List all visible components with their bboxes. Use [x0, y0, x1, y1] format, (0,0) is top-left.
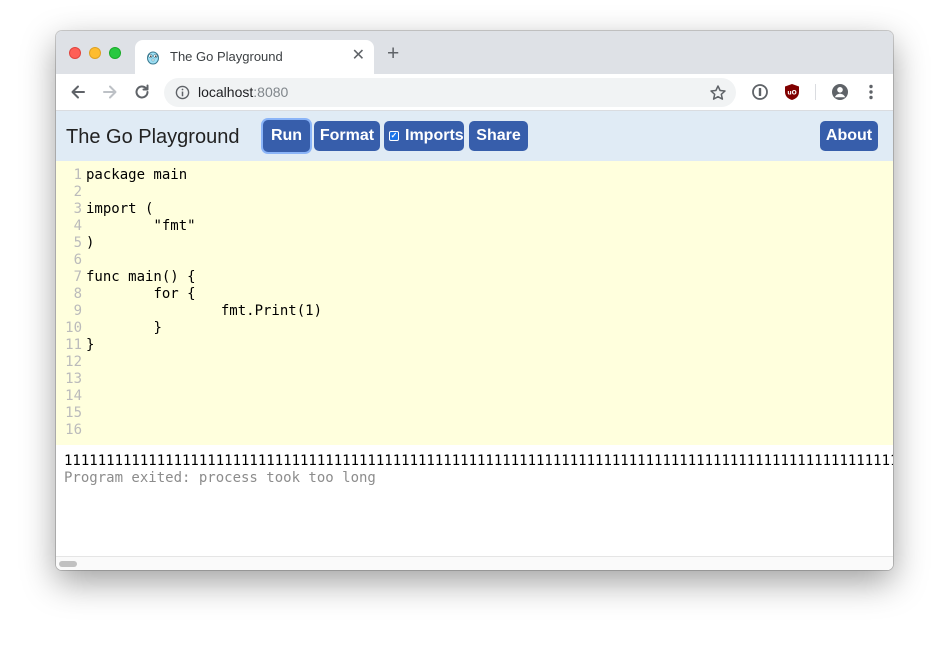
- ublock-icon[interactable]: uO: [782, 82, 802, 102]
- line-number: 15: [65, 405, 82, 421]
- program-output: 1111111111111111111111111111111111111111…: [64, 453, 893, 469]
- browser-toolbar: localhost:8080 uO: [56, 74, 893, 111]
- code-line[interactable]: "fmt": [86, 218, 322, 235]
- about-button[interactable]: About: [820, 121, 878, 151]
- svg-text:uO: uO: [787, 90, 796, 97]
- address-bar[interactable]: localhost:8080: [164, 78, 736, 107]
- line-number: 5: [73, 235, 82, 251]
- exit-status-message: Program exited: process took too long: [64, 470, 376, 486]
- format-button[interactable]: Format: [314, 121, 380, 151]
- code-line[interactable]: fmt.Print(1): [86, 303, 322, 320]
- bookmark-star-icon[interactable]: [709, 84, 727, 102]
- url-text: localhost:8080: [198, 84, 288, 100]
- minimize-window-button[interactable]: [89, 47, 101, 59]
- line-number: 1: [73, 167, 82, 183]
- line-number: 6: [73, 252, 82, 268]
- new-tab-button[interactable]: +: [387, 43, 399, 64]
- forward-arrow-icon[interactable]: [100, 82, 120, 102]
- code-line[interactable]: [86, 422, 322, 439]
- page-content: The Go Playground Run Format ✓ Imports S…: [56, 111, 893, 570]
- checkmark-icon: ✓: [390, 131, 398, 140]
- line-number: 3: [73, 201, 82, 217]
- line-number: 11: [65, 337, 82, 353]
- line-number: 12: [65, 354, 82, 370]
- code-editor[interactable]: 1 2 3 4 5 6 7 8 9 10 11 12 13 14 15 16 package main impo…: [56, 161, 893, 445]
- line-number: 8: [73, 286, 82, 302]
- code-line[interactable]: [86, 354, 322, 371]
- playground-banner: The Go Playground Run Format ✓ Imports S…: [56, 111, 893, 161]
- line-number: 2: [73, 184, 82, 200]
- code-line[interactable]: }: [86, 337, 322, 354]
- close-tab-icon[interactable]: ✕: [352, 47, 365, 65]
- reload-icon[interactable]: [132, 82, 152, 102]
- url-host: localhost: [198, 84, 254, 100]
- code-line[interactable]: ): [86, 235, 322, 252]
- code-line[interactable]: [86, 405, 322, 422]
- line-number-gutter: 1 2 3 4 5 6 7 8 9 10 11 12 13 14 15 16: [56, 167, 82, 439]
- info-icon[interactable]: [175, 85, 190, 100]
- code-line[interactable]: [86, 388, 322, 405]
- profile-avatar-icon[interactable]: [830, 82, 850, 102]
- url-port: :8080: [253, 84, 289, 100]
- kebab-menu-icon[interactable]: [861, 82, 881, 102]
- code-line[interactable]: }: [86, 320, 322, 337]
- tab-go-playground[interactable]: The Go Playground ✕: [135, 40, 374, 74]
- code-line[interactable]: import (: [86, 201, 322, 218]
- line-number: 16: [65, 422, 82, 438]
- code-line[interactable]: for {: [86, 286, 322, 303]
- line-number: 4: [73, 218, 82, 234]
- gopher-icon: [147, 51, 159, 65]
- output-panel: 1111111111111111111111111111111111111111…: [64, 453, 893, 487]
- browser-window: The Go Playground ✕ + localhost:8080 uO …: [56, 31, 893, 570]
- code-line[interactable]: [86, 252, 322, 269]
- line-number: 13: [65, 371, 82, 387]
- line-number: 14: [65, 388, 82, 404]
- imports-checkbox[interactable]: ✓: [389, 131, 399, 141]
- run-button[interactable]: Run: [263, 120, 310, 152]
- toolbar-divider: [815, 84, 816, 100]
- horizontal-scrollbar[interactable]: [56, 556, 893, 570]
- imports-label: Imports: [405, 127, 464, 144]
- code-line[interactable]: [86, 184, 322, 201]
- line-number: 9: [73, 303, 82, 319]
- close-window-button[interactable]: [69, 47, 81, 59]
- code-line[interactable]: func main() {: [86, 269, 322, 286]
- code-line[interactable]: [86, 371, 322, 388]
- code-line[interactable]: package main: [86, 167, 322, 184]
- tab-title: The Go Playground: [170, 49, 283, 64]
- code-area[interactable]: package main import ( "fmt") func main() {…: [86, 167, 322, 439]
- line-number: 7: [73, 269, 82, 285]
- zoom-window-button[interactable]: [109, 47, 121, 59]
- imports-toggle[interactable]: ✓ Imports: [384, 121, 464, 151]
- line-number: 10: [65, 320, 82, 336]
- playground-logo[interactable]: The Go Playground: [66, 126, 239, 149]
- tab-strip: The Go Playground ✕ +: [56, 31, 893, 74]
- scrollbar-thumb[interactable]: [59, 561, 77, 567]
- back-arrow-icon[interactable]: [68, 82, 88, 102]
- share-button[interactable]: Share: [469, 121, 528, 151]
- password-manager-icon[interactable]: [750, 82, 770, 102]
